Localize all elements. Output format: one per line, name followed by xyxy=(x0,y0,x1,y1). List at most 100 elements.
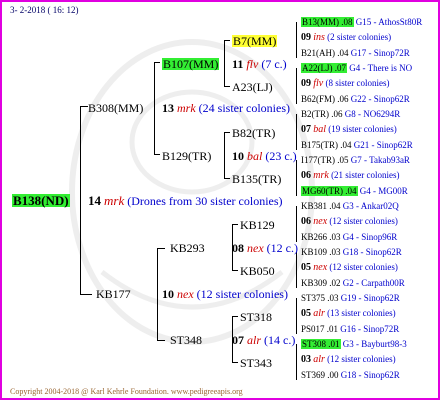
gen4-queen-code[interactable]: B175(TR) .04 xyxy=(301,140,352,150)
gen4-queen-row: KB109 .03 G18 - Sinop62R xyxy=(301,248,402,257)
gen1-drone-info: 13 mrk (24 sister colonies) xyxy=(162,101,290,115)
gen4-queen-code[interactable]: ST369 .00 xyxy=(301,370,339,380)
gen2-queen-code[interactable]: ST348 xyxy=(170,334,202,346)
connector-line xyxy=(224,40,225,86)
gen4-queen-row: KB266 .03 G4 - Sinop96R xyxy=(301,233,397,242)
gen4-queen-row: ST369 .00 G18 - Sinop62R xyxy=(301,371,400,380)
connector-line xyxy=(157,340,165,341)
gen4-queen-row: I177(TR) .05 G7 - Takab93aR xyxy=(301,156,410,165)
gen4-queen-row: KB309 .02 G2 - Carpath00R xyxy=(301,279,405,288)
connector-line xyxy=(296,160,297,196)
gen2-drone-info: 10 bal (23 c.) xyxy=(232,149,297,163)
bee-watermark-icon xyxy=(69,39,315,345)
connector-line xyxy=(296,114,297,150)
connector-line xyxy=(232,224,238,225)
gen4-origin-info: G19 - Sinop62R xyxy=(340,293,400,303)
copyright-footer: Copyright 2004-2018 @ Karl Kehrle Founda… xyxy=(10,387,243,396)
connector-line xyxy=(296,68,297,104)
gen4-drone-info: 06 mrk (21 sister colonies) xyxy=(301,170,400,181)
connector-line xyxy=(154,62,155,154)
connector-line xyxy=(232,316,238,317)
gen1-queen-code[interactable]: KB177 xyxy=(96,288,131,300)
gen4-origin-info: G21 - Sinop62R xyxy=(353,140,413,150)
gen3-queen-code[interactable]: ST318 xyxy=(240,311,272,323)
connector-line xyxy=(224,132,225,178)
gen4-origin-info: G3 - Ankar02Q xyxy=(342,201,399,211)
gen3-queen-code[interactable]: KB129 xyxy=(240,219,275,231)
gen4-queen-code[interactable]: B2(TR) .06 xyxy=(301,109,343,119)
gen4-queen-code[interactable]: ST375 .03 xyxy=(301,293,339,303)
connector-line xyxy=(80,106,81,294)
gen3-queen-code[interactable]: B135(TR) xyxy=(232,173,281,185)
gen4-drone-info: 06 nex (12 sister colonies) xyxy=(301,216,398,227)
gen3-queen-code[interactable]: ST343 xyxy=(240,357,272,369)
gen4-queen-row: B2(TR) .06 G8 - NO6294R xyxy=(301,110,400,119)
gen4-queen-code[interactable]: B62(FM) .06 xyxy=(301,94,349,104)
gen4-queen-code[interactable]: B21(AH) .04 xyxy=(301,48,349,58)
gen4-queen-code[interactable]: A22(LJ) .07 xyxy=(301,63,347,73)
gen4-origin-info: G2 - Carpath00R xyxy=(342,278,405,288)
gen4-queen-code[interactable]: PS017 .01 xyxy=(301,324,338,334)
gen4-queen-code[interactable]: B13(MM) .08 xyxy=(301,17,354,27)
connector-line xyxy=(80,294,92,295)
gen4-drone-info: 05 nex (12 sister colonies) xyxy=(301,262,398,273)
gen4-drone-info: 07 bal (19 sister colonies) xyxy=(301,124,397,135)
gen4-queen-code[interactable]: MG60(TR) .04 xyxy=(301,186,358,196)
gen4-drone-info: 09 flv (8 sister colonies) xyxy=(301,78,390,89)
gen3-queen-code[interactable]: B7(MM) xyxy=(232,35,278,47)
gen4-queen-code[interactable]: KB266 .03 xyxy=(301,232,341,242)
gen4-queen-row: A22(LJ) .07 G4 - There is NO xyxy=(301,63,413,73)
gen4-queen-row: MG60(TR) .04 G4 - MG00R xyxy=(301,186,408,196)
gen2-queen-code[interactable]: B129(TR) xyxy=(162,150,211,162)
pedigree-frame: 3- 2-2018 ( 16: 12) B138(ND) 14 mrk (Dro… xyxy=(0,0,440,400)
gen4-origin-info: G16 - Sinop72R xyxy=(340,324,400,334)
gen4-queen-row: KB381 .04 G3 - Ankar02Q xyxy=(301,202,399,211)
connector-line xyxy=(157,248,158,340)
date-stamp: 3- 2-2018 ( 16: 12) xyxy=(10,5,79,15)
root-drone-info: 14 mrk (Drones from 30 sister colonies) xyxy=(88,193,283,208)
gen1-drone-info: 10 nex (12 sister colonies) xyxy=(162,287,288,301)
gen4-queen-code[interactable]: ST308 .01 xyxy=(301,339,341,349)
gen4-queen-code[interactable]: KB309 .02 xyxy=(301,278,341,288)
gen4-drone-info: 05 alr (13 sister colonies) xyxy=(301,308,396,319)
connector-line xyxy=(224,40,230,41)
gen4-queen-row: B21(AH) .04 G17 - Sinop72R xyxy=(301,49,410,58)
gen3-queen-code[interactable]: B82(TR) xyxy=(232,127,275,139)
gen4-origin-info: G4 - There is NO xyxy=(349,63,413,73)
gen4-origin-info: G22 - Sinop62R xyxy=(350,94,410,104)
connector-line xyxy=(154,62,160,63)
connector-line xyxy=(296,298,297,334)
gen4-origin-info: G7 - Takab93aR xyxy=(350,155,410,165)
gen4-queen-row: B62(FM) .06 G22 - Sinop62R xyxy=(301,95,410,104)
gen4-queen-row: ST375 .03 G19 - Sinop62R xyxy=(301,294,400,303)
connector-line xyxy=(232,270,238,271)
connector-line xyxy=(296,344,297,380)
connector-line xyxy=(224,178,230,179)
gen3-queen-code[interactable]: A23(LJ) xyxy=(232,81,273,93)
root-queen-code[interactable]: B138(ND) xyxy=(12,194,70,207)
connector-line xyxy=(80,106,88,107)
gen4-origin-info: G8 - NO6294R xyxy=(344,109,401,119)
gen4-queen-row: ST308 .01 G3 - Bayburt98-3 xyxy=(301,339,407,349)
connector-line xyxy=(154,154,160,155)
gen2-drone-info: 07 alr (14 c.) xyxy=(232,333,296,347)
gen2-drone-info: 11 flv (7 c.) xyxy=(232,57,287,71)
gen4-origin-info: G4 - MG00R xyxy=(359,186,408,196)
gen1-queen-code[interactable]: B308(MM) xyxy=(88,102,143,114)
gen3-queen-code[interactable]: KB050 xyxy=(240,265,275,277)
gen4-origin-info: G4 - Sinop96R xyxy=(342,232,398,242)
connector-line xyxy=(296,22,297,58)
gen4-queen-code[interactable]: KB381 .04 xyxy=(301,201,341,211)
gen4-queen-row: PS017 .01 G16 - Sinop72R xyxy=(301,325,399,334)
connector-line xyxy=(224,86,230,87)
gen2-queen-code[interactable]: KB293 xyxy=(170,242,205,254)
gen2-drone-info: 08 nex (12 c.) xyxy=(232,241,298,255)
gen4-queen-code[interactable]: KB109 .03 xyxy=(301,247,341,257)
connector-line xyxy=(296,252,297,288)
gen2-queen-code[interactable]: B107(MM) xyxy=(162,58,220,70)
gen4-queen-code[interactable]: I177(TR) .05 xyxy=(301,155,349,165)
gen4-drone-info: 09 ins (2 sister colonies) xyxy=(301,32,392,43)
gen4-origin-info: G17 - Sinop72R xyxy=(350,48,410,58)
connector-line xyxy=(224,132,230,133)
connector-line xyxy=(296,206,297,242)
